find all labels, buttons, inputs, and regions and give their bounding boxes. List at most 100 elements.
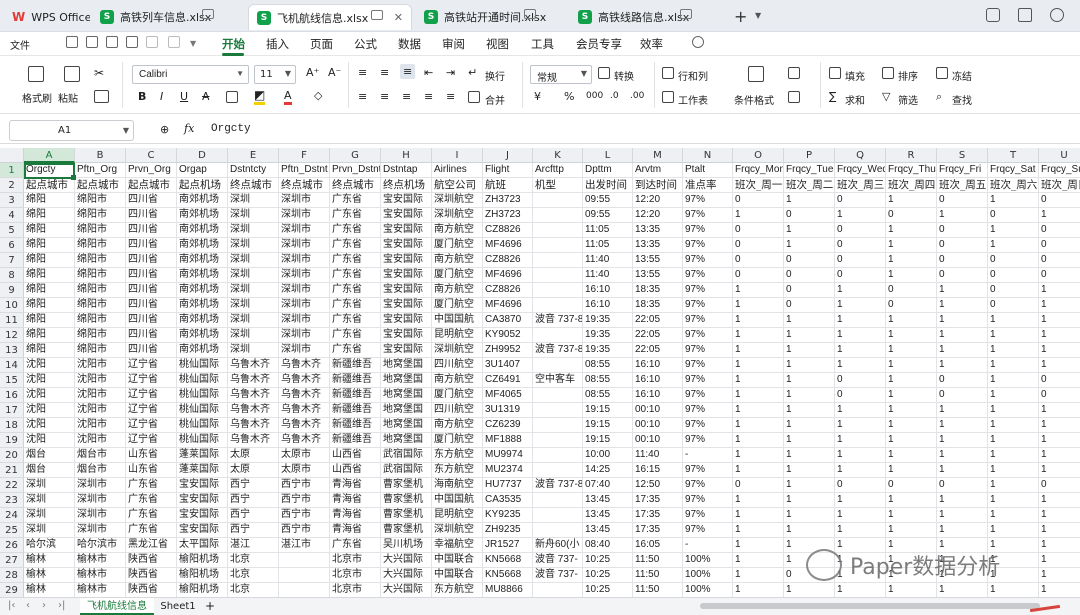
data-cell[interactable]: 南方航空 (432, 373, 483, 388)
data-cell[interactable]: 榆阳机场 (177, 568, 228, 583)
data-cell[interactable]: 南方航空 (432, 418, 483, 433)
data-cell[interactable]: 22:05 (633, 313, 683, 328)
data-cell[interactable]: 桃仙国际 (177, 373, 228, 388)
data-cell[interactable]: 19:35 (583, 343, 633, 358)
data-cell[interactable]: 1 (937, 403, 988, 418)
field-label-cell[interactable]: 班次_周六 (988, 178, 1039, 193)
find-icon[interactable]: ⌕ (936, 90, 942, 104)
row-header[interactable]: 6 (0, 238, 24, 253)
data-cell[interactable]: 00:10 (633, 403, 683, 418)
align-left-icon[interactable]: ≡ (358, 90, 367, 103)
column-header-d[interactable]: D (177, 148, 228, 163)
data-cell[interactable]: 广东省 (330, 328, 381, 343)
data-cell[interactable]: 0 (937, 268, 988, 283)
data-cell[interactable]: 新疆维吾 (330, 388, 381, 403)
data-cell[interactable]: 乌鲁木齐 (228, 403, 279, 418)
data-cell[interactable]: 1 (937, 313, 988, 328)
data-cell[interactable]: 1 (835, 418, 886, 433)
data-cell[interactable]: 广东省 (330, 223, 381, 238)
data-cell[interactable]: 16:15 (633, 463, 683, 478)
data-cell[interactable]: 0 (1039, 373, 1080, 388)
data-cell[interactable]: 1 (988, 358, 1039, 373)
data-cell[interactable]: 西宁 (228, 523, 279, 538)
data-cell[interactable]: 97% (683, 433, 733, 448)
data-cell[interactable]: 宝安国际 (381, 313, 432, 328)
align-middle-icon[interactable]: ≡ (380, 66, 389, 79)
data-cell[interactable]: 0 (937, 478, 988, 493)
data-cell[interactable]: 1 (886, 448, 937, 463)
data-cell[interactable]: 厦门航空 (432, 238, 483, 253)
column-header-p[interactable]: P (784, 148, 835, 163)
data-cell[interactable]: 1 (835, 463, 886, 478)
distribute-icon[interactable]: ≡ (446, 90, 455, 103)
row-header[interactable]: 8 (0, 268, 24, 283)
data-cell[interactable]: CZ8826 (483, 223, 533, 238)
data-cell[interactable]: 榆阳机场 (177, 583, 228, 597)
field-label-cell[interactable]: 终点城市 (279, 178, 330, 193)
align-center-icon[interactable]: ≡ (380, 90, 389, 103)
data-cell[interactable]: 1 (733, 448, 784, 463)
data-cell[interactable]: 09:55 (583, 193, 633, 208)
data-cell[interactable]: 南郊机场 (177, 343, 228, 358)
decimal-decrease-icon[interactable]: .00 (630, 91, 644, 101)
data-cell[interactable]: 广东省 (126, 478, 177, 493)
data-cell[interactable]: 1 (733, 523, 784, 538)
data-cell[interactable]: 1 (784, 388, 835, 403)
data-cell[interactable]: 1 (886, 583, 937, 597)
row-header[interactable]: 18 (0, 418, 24, 433)
data-cell[interactable]: 中国联合 (432, 553, 483, 568)
data-cell[interactable]: 绵阳 (24, 298, 75, 313)
data-cell[interactable]: 宝安国际 (177, 508, 228, 523)
field-name-cell[interactable]: Airlines (432, 163, 483, 178)
data-cell[interactable] (533, 403, 583, 418)
data-cell[interactable]: 厦门航空 (432, 433, 483, 448)
data-cell[interactable]: 广东省 (330, 238, 381, 253)
data-cell[interactable]: 地窝堡国 (381, 388, 432, 403)
data-cell[interactable]: 1 (988, 313, 1039, 328)
tab-view[interactable]: 视图 (486, 36, 509, 52)
data-cell[interactable]: 0 (784, 283, 835, 298)
data-cell[interactable]: 0 (733, 253, 784, 268)
field-label-cell[interactable]: 起点城市 (24, 178, 75, 193)
data-cell[interactable]: 深圳市 (279, 343, 330, 358)
field-name-cell[interactable]: Arvtm (633, 163, 683, 178)
data-cell[interactable]: 1 (784, 358, 835, 373)
data-cell[interactable]: 北京市 (330, 568, 381, 583)
data-cell[interactable]: 1 (937, 463, 988, 478)
data-cell[interactable]: 乌鲁木齐 (279, 403, 330, 418)
spreadsheet-grid[interactable]: A B C D E F G H I J K L M N O P Q R S T U 1 Orgcty Pftn_Org Prvn… (0, 148, 1080, 597)
data-cell[interactable]: 0 (733, 478, 784, 493)
row-col-label[interactable]: 行和列 (678, 68, 708, 83)
data-cell[interactable]: 1 (988, 478, 1039, 493)
data-cell[interactable]: 太原市 (279, 448, 330, 463)
data-cell[interactable]: 烟台市 (75, 448, 126, 463)
data-cell[interactable]: 1 (784, 373, 835, 388)
data-cell[interactable]: 08:55 (583, 373, 633, 388)
data-cell[interactable]: 乌鲁木齐 (279, 388, 330, 403)
data-cell[interactable]: 1 (835, 283, 886, 298)
data-cell[interactable]: 榆林市 (75, 553, 126, 568)
data-cell[interactable]: 深圳市 (279, 313, 330, 328)
share-icon[interactable] (86, 36, 98, 48)
data-cell[interactable]: 1 (1039, 313, 1080, 328)
data-cell[interactable]: 地窝堡国 (381, 403, 432, 418)
field-label-cell[interactable]: 到达时间 (633, 178, 683, 193)
data-cell[interactable]: 1 (988, 418, 1039, 433)
data-cell[interactable]: 东方航空 (432, 463, 483, 478)
data-cell[interactable]: CZ6239 (483, 418, 533, 433)
data-cell[interactable]: 四川省 (126, 208, 177, 223)
data-cell[interactable]: 东方航空 (432, 448, 483, 463)
data-cell[interactable]: 深圳 (228, 283, 279, 298)
field-label-cell[interactable]: 终点城市 (228, 178, 279, 193)
data-cell[interactable]: 绵阳 (24, 313, 75, 328)
close-icon[interactable]: ✕ (394, 11, 403, 24)
data-cell[interactable]: ZH3723 (483, 193, 533, 208)
data-cell[interactable]: 广东省 (126, 493, 177, 508)
data-cell[interactable]: 3U1319 (483, 403, 533, 418)
data-cell[interactable]: 1 (937, 508, 988, 523)
next-sheet-icon[interactable]: › (42, 600, 46, 611)
data-cell[interactable]: 97% (683, 388, 733, 403)
data-cell[interactable]: MU2374 (483, 463, 533, 478)
data-cell[interactable]: 太原 (228, 463, 279, 478)
data-cell[interactable]: 1 (937, 583, 988, 597)
